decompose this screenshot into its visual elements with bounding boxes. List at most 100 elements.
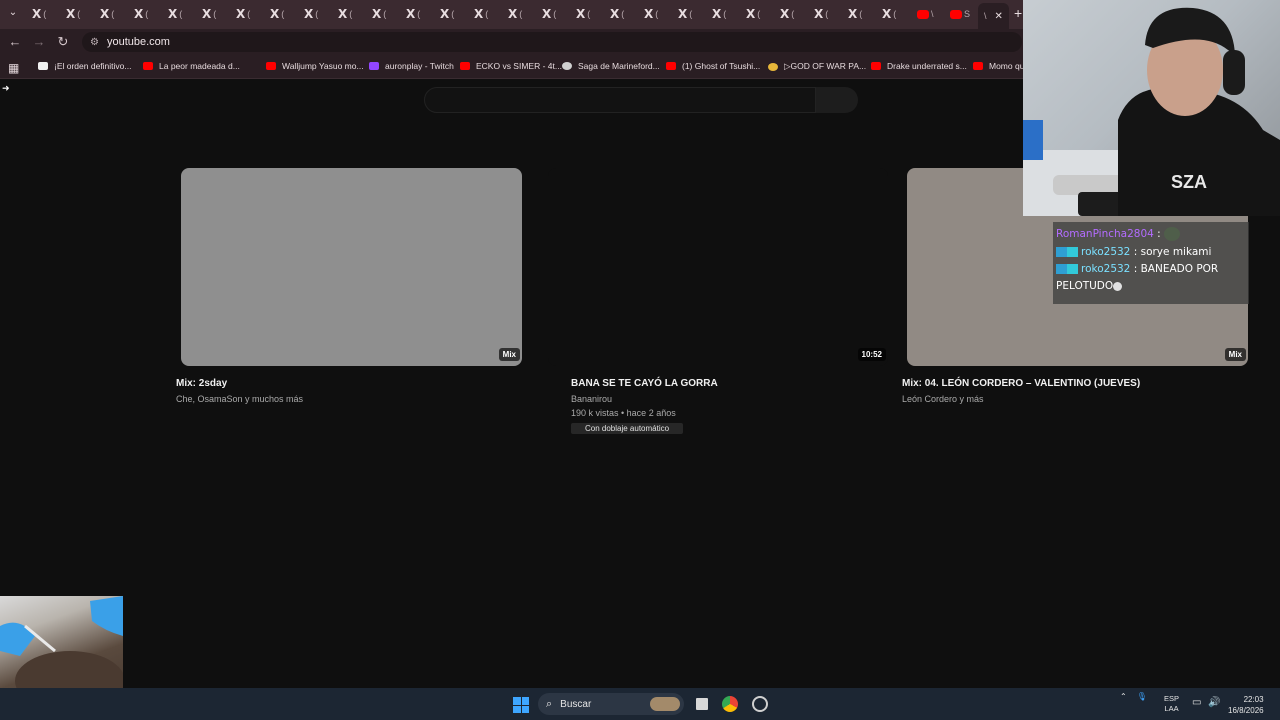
bookmark-label: Drake underrated s... [887,61,967,71]
bookmark-item[interactable]: Saga de Marineford... [562,61,660,71]
search-input[interactable] [424,87,816,113]
chrome-icon[interactable] [722,696,738,712]
search-button[interactable] [816,87,858,113]
task-view-icon[interactable] [694,696,710,712]
bookmark-item[interactable]: Drake underrated s... [871,61,967,71]
tab-youtube-1[interactable]: \ [917,4,934,24]
bookmark-item[interactable]: Momo qu [973,61,1024,71]
bookmark-label: Momo qu [989,61,1025,71]
keyboard-layout: LAA [1164,704,1179,713]
tab-title: \ [984,11,987,21]
obs-icon[interactable] [752,696,768,712]
tab-x[interactable]: X( [202,4,216,24]
bookmark-item[interactable]: ▷GOD OF WAR PA... [768,61,866,72]
url-text: youtube.com [106,36,170,48]
youtube-icon [143,62,153,70]
tab-x[interactable]: X( [32,4,46,24]
tab-active[interactable]: \ ✕ [978,3,1009,29]
chevron-up-icon[interactable]: ⌃ [1120,692,1127,701]
tab-x[interactable]: X( [848,4,862,24]
video-title[interactable]: Mix: 04. LEÓN CORDERO – VALENTINO (JUEVE… [902,378,1140,389]
site-settings-icon[interactable]: ⚙ [90,37,99,48]
x-logo-icon: X [236,7,246,21]
x-logo-icon: X [304,7,314,21]
tab-x[interactable]: X( [644,4,658,24]
language-indicator[interactable]: ESP LAA [1164,694,1179,714]
tab-x[interactable]: X( [168,4,182,24]
tab-title: ( [519,9,523,19]
tab-x[interactable]: X( [66,4,80,24]
tab-title: ( [587,9,591,19]
bookmark-item[interactable]: ¡El orden definitivo... [38,61,131,71]
video-title[interactable]: BANA SE TE CAYÓ LA GORRA [571,378,718,389]
bookmark-item[interactable]: auronplay - Twitch [369,61,454,71]
tab-title: ( [723,9,727,19]
tab-x[interactable]: X( [440,4,454,24]
forward-arrow-icon[interactable]: → [31,34,47,49]
tab-title: ( [859,9,863,19]
tab-x[interactable]: X( [304,4,318,24]
address-bar[interactable]: ⚙ youtube.com [82,32,1022,52]
tab-title: ( [825,9,829,19]
webcam-overlay: SZA [1023,0,1280,216]
tab-x[interactable]: X( [236,4,250,24]
bookmark-item[interactable]: La peor madeada d... [143,61,240,71]
emote-icon [1113,281,1123,291]
tab-title: ( [281,9,285,19]
video-channel[interactable]: Che, OsamaSon y muchos más [176,394,303,404]
tab-x[interactable]: X( [610,4,624,24]
tab-x[interactable]: X( [474,4,488,24]
bookmark-item[interactable]: Walljump Yasuo mo... [266,61,364,71]
tab-x[interactable]: X( [542,4,556,24]
tab-x[interactable]: X( [134,4,148,24]
microphone-icon[interactable]: 🎙 [1137,692,1147,701]
tab-x[interactable]: X( [814,4,828,24]
chat-message: roko2532 : sorye mikami [1056,243,1246,261]
reload-icon[interactable]: ↻ [55,34,71,50]
new-tab-button[interactable]: + [1014,5,1022,21]
volume-icon[interactable]: 🔊 [1208,697,1220,708]
windows-start-icon[interactable] [513,697,529,713]
tab-x[interactable]: X( [780,4,794,24]
chat-username: RomanPincha2804 [1056,228,1154,240]
clock[interactable]: 22:03 16/8/2026 [1228,694,1264,716]
tab-x[interactable]: X( [678,4,692,24]
network-icon[interactable]: ▭ [1192,697,1201,708]
tab-x[interactable]: X( [508,4,522,24]
video-channel[interactable]: León Cordero y más [902,394,984,404]
tab-x[interactable]: X( [882,4,896,24]
tab-x[interactable]: X( [712,4,726,24]
gray-icon [562,62,572,70]
bookmark-item[interactable]: (1) Ghost of Tsushi... [666,61,760,71]
tab-x[interactable]: X( [406,4,420,24]
tab-x[interactable]: X( [576,4,590,24]
tab-youtube-2[interactable]: S [950,4,970,24]
clock-date: 16/8/2026 [1228,706,1264,715]
video-thumbnail[interactable]: 10:52 [548,168,888,366]
tab-x[interactable]: X( [746,4,760,24]
chat-message: roko2532 : BANEADO POR PELOTUDO [1056,263,1219,292]
taskbar-search-label: Buscar [560,698,592,710]
tab-title: ( [417,9,421,19]
mix-badge: Mix [1224,348,1246,361]
video-thumbnail[interactable]: Mix [181,168,522,366]
x-logo-icon: X [100,7,110,21]
apps-grid-icon[interactable]: ▦ [8,61,19,75]
video-channel[interactable]: Bananirou [571,394,612,404]
x-logo-icon: X [508,7,518,21]
tab-x[interactable]: X( [100,4,114,24]
close-icon[interactable]: ✕ [995,11,1003,22]
bookmark-label: (1) Ghost of Tsushi... [682,61,761,71]
tab-search-menu[interactable]: ⌄ [6,7,20,21]
search-highlight-icon [650,697,680,711]
video-meta: 190 k vistas • hace 2 años [571,408,676,418]
tab-x[interactable]: X( [372,4,386,24]
video-title[interactable]: Mix: 2sday [176,378,227,389]
bookmark-label: ▷GOD OF WAR PA... [784,61,867,71]
tab-x[interactable]: X( [270,4,284,24]
tab-x[interactable]: X( [338,4,352,24]
tab-title: ( [145,9,149,19]
back-arrow-icon[interactable]: ← [7,34,23,49]
bookmark-item[interactable]: ECKO vs SIMER - 4t... [460,61,562,71]
taskbar-search[interactable]: ⌕ Buscar [538,693,684,715]
